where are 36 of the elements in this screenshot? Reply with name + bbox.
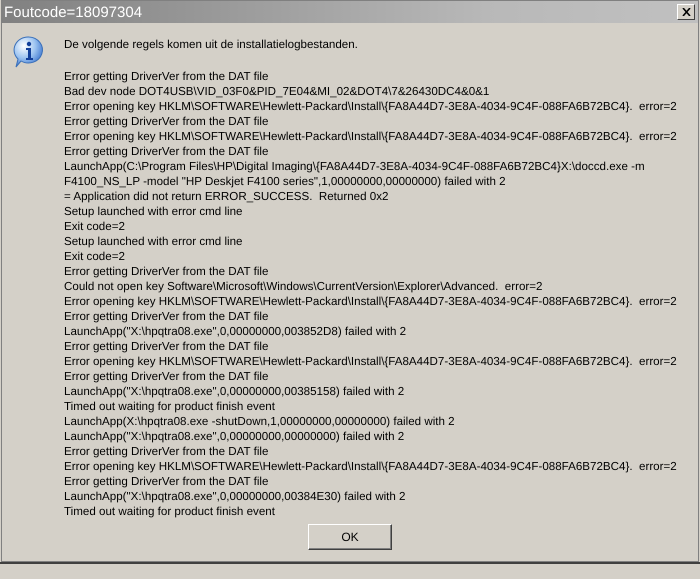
log-line: LaunchApp("X:\hpqtra08.exe",0,00000000,00385158) failed with 2 [64, 384, 406, 399]
log-line: Error getting DriverVer from the DAT file [64, 264, 270, 279]
window-title: Foutcode=18097304 [4, 4, 142, 20]
log-line: Exit code=2 [64, 249, 126, 264]
log-line: Timed out waiting for product finish event [64, 504, 276, 519]
ok-button[interactable]: OK [308, 524, 392, 550]
log-line: Error getting DriverVer from the DAT file [64, 444, 270, 459]
log-line: Bad dev node DOT4USB\VID_03F0&PID_7E04&MI_02&DOT4\7&26430DC4&0&1 [64, 84, 490, 99]
log-line: Error opening key HKLM\SOFTWARE\Hewlett-Packard\Install\{FA8A44D7-3E8A-4034-9C4F-088FA6B72BC4}. error=2 [64, 459, 677, 474]
log-line: LaunchApp("X:\hpqtra08.exe",0,00000000,003852D8) failed with 2 [64, 324, 408, 339]
log-line: LaunchApp("X:\hpqtra08.exe",0,00000000,00000000) failed with 2 [64, 429, 406, 444]
log-line: Setup launched with error cmd line [64, 204, 244, 219]
close-button[interactable] [677, 4, 695, 20]
log-line: Error getting DriverVer from the DAT file [64, 144, 270, 159]
log-line: Error opening key HKLM\SOFTWARE\Hewlett-Packard\Install\{FA8A44D7-3E8A-4034-9C4F-088FA6B72BC4}. error=2 [64, 129, 677, 144]
log-line: LaunchApp(C:\Program Files\HP\Digital Imaging\{FA8A44D7-3E8A-4034-9C4F-088FA6B72BC4}X:\doccd.exe -m [64, 159, 646, 174]
log-line: LaunchApp(X:\hpqtra08.exe -shutDown,1,00000000,00000000) failed with 2 [64, 414, 456, 429]
log-line: Error opening key HKLM\SOFTWARE\Hewlett-Packard\Install\{FA8A44D7-3E8A-4034-9C4F-088FA6B72BC4}. error=2 [64, 99, 677, 114]
log-line: Error opening key HKLM\SOFTWARE\Hewlett-Packard\Install\{FA8A44D7-3E8A-4034-9C4F-088FA6B72BC4}. error=2 [64, 294, 677, 309]
log-line: F4100_NS_LP -model "HP Deskjet F4100 series",1,00000000,00000000) failed with 2 [64, 174, 507, 189]
log-line: Error opening key HKLM\SOFTWARE\Hewlett-Packard\Install\{FA8A44D7-3E8A-4034-9C4F-088FA6B72BC4}. error=2 [64, 354, 677, 369]
log-line: Error getting DriverVer from the DAT file [64, 309, 270, 324]
log-line: Setup launched with error cmd line [64, 234, 244, 249]
log-line: Error getting DriverVer from the DAT file [64, 339, 270, 354]
log-line: Could not open key Software\Microsoft\Windows\CurrentVersion\Explorer\Advanced. error=2 [64, 279, 544, 294]
log-line: Error getting DriverVer from the DAT file [64, 369, 270, 384]
log-line: Error getting DriverVer from the DAT file [64, 114, 270, 129]
log-line: Error getting DriverVer from the DAT file [64, 474, 270, 489]
info-icon [12, 35, 46, 69]
log-line: Error getting DriverVer from the DAT file [64, 69, 270, 84]
log-line: LaunchApp("X:\hpqtra08.exe",0,00000000,00384E30) failed with 2 [64, 489, 406, 504]
log-line: = Application did not return ERROR_SUCCESS. Returned 0x2 [64, 189, 390, 204]
log-line: Exit code=2 [64, 219, 126, 234]
close-icon [682, 8, 690, 16]
message-text: De volgende regels komen uit de installatielogbestanden. [64, 37, 359, 52]
log-line: Timed out waiting for product finish event [64, 399, 276, 414]
